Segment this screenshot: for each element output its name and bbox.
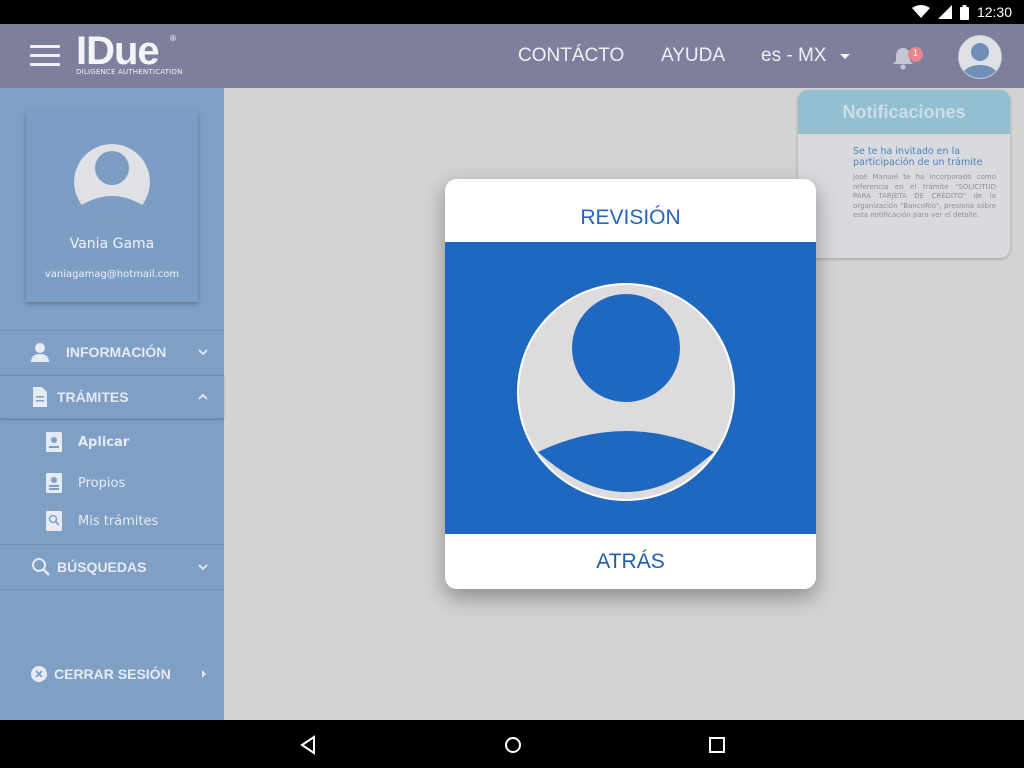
sidebar-item-informacion[interactable]: INFORMACIÓN bbox=[0, 331, 224, 373]
notification-badge: 1 bbox=[908, 47, 923, 62]
chevron-up-icon bbox=[198, 393, 208, 400]
sidebar-item-label: TRÁMITES bbox=[57, 389, 129, 405]
modal-title: REVISIÓN bbox=[580, 206, 681, 229]
notifications-heading: Notificaciones bbox=[798, 90, 1010, 134]
notification-item-body[interactable]: José Manuel te ha incorporado como refer… bbox=[853, 173, 996, 221]
document-icon bbox=[33, 387, 47, 407]
home-circle-icon[interactable] bbox=[502, 734, 524, 756]
logout-label: CERRAR SESIÓN bbox=[54, 666, 171, 682]
sidebar-subitem-mis-tramites[interactable]: Mis trámites bbox=[0, 504, 224, 538]
sidebar-item-tramites[interactable]: TRÁMITES bbox=[0, 375, 224, 419]
user-avatar-button[interactable] bbox=[958, 35, 1002, 79]
photo-area[interactable] bbox=[445, 242, 816, 534]
nav-contacto-link[interactable]: CONTÁCTO bbox=[518, 24, 624, 88]
profile-avatar bbox=[74, 144, 150, 220]
notification-item-title[interactable]: Se te ha invitado en la participación de… bbox=[853, 146, 1003, 168]
status-bar: 12:30 bbox=[0, 0, 1024, 24]
logout-button[interactable]: CERRAR SESIÓN bbox=[0, 653, 224, 695]
divider bbox=[0, 589, 224, 590]
sidebar-item-label: BÚSQUEDAS bbox=[57, 559, 147, 575]
battery-icon bbox=[959, 4, 969, 20]
language-value: es - MX bbox=[761, 45, 827, 66]
back-button[interactable]: ATRÁS bbox=[445, 534, 816, 589]
language-selector[interactable]: es - MX bbox=[761, 24, 851, 88]
review-modal: REVISIÓN ATRÁS bbox=[445, 179, 816, 589]
chevron-right-icon bbox=[202, 670, 206, 678]
profile-email: vaniagamag@hotmail.com bbox=[44, 269, 180, 280]
chevron-down-icon bbox=[198, 349, 208, 356]
signal-icon bbox=[937, 5, 952, 19]
logo-tagline: DILIGENCE AUTHENTICATION bbox=[76, 68, 183, 76]
app-logo[interactable]: IDue DILIGENCE AUTHENTICATION ® bbox=[76, 29, 183, 76]
wifi-icon bbox=[911, 5, 930, 18]
user-avatar-icon bbox=[959, 36, 1001, 78]
notifications-panel: Notificaciones Se te ha invitado en la p… bbox=[798, 90, 1010, 258]
logo-registered-mark: ® bbox=[169, 34, 177, 43]
profile-doc-icon bbox=[46, 473, 62, 493]
sidebar-subitem-propios[interactable]: Propios bbox=[0, 466, 224, 500]
sidebar-subitem-label: Mis trámites bbox=[78, 513, 159, 529]
menu-icon[interactable] bbox=[30, 45, 60, 67]
application-doc-icon bbox=[46, 432, 62, 452]
system-nav-bar bbox=[0, 720, 1024, 768]
sidebar-item-label: INFORMACIÓN bbox=[66, 344, 167, 360]
profile-card: Vania Gama vaniagamag@hotmail.com bbox=[26, 112, 198, 302]
profile-name: Vania Gama bbox=[69, 236, 155, 252]
user-avatar-icon bbox=[517, 283, 735, 501]
sidebar-subitem-aplicar[interactable]: Aplicar bbox=[0, 425, 224, 459]
sidebar-subitem-label: Propios bbox=[78, 475, 126, 491]
recents-square-icon[interactable] bbox=[706, 734, 728, 756]
logo-text: IDue bbox=[76, 29, 160, 73]
chevron-down-icon bbox=[840, 53, 851, 59]
sidebar-subitem-label: Aplicar bbox=[78, 434, 130, 450]
chevron-down-icon bbox=[198, 564, 208, 571]
search-doc-icon bbox=[46, 511, 62, 531]
notifications-button[interactable]: 1 bbox=[892, 44, 923, 70]
sidebar-item-busquedas[interactable]: BÚSQUEDAS bbox=[0, 546, 224, 588]
status-time: 12:30 bbox=[976, 4, 1012, 20]
person-icon bbox=[31, 343, 49, 362]
search-icon bbox=[32, 558, 50, 576]
divider bbox=[0, 544, 224, 545]
back-triangle-icon[interactable] bbox=[298, 734, 320, 756]
app-header: IDue DILIGENCE AUTHENTICATION ® CONTÁCTO… bbox=[0, 24, 1024, 88]
user-avatar-icon bbox=[74, 144, 150, 220]
sidebar: Vania Gama vaniagamag@hotmail.com INFORM… bbox=[0, 88, 224, 720]
close-circle-icon bbox=[31, 666, 47, 682]
nav-ayuda-link[interactable]: AYUDA bbox=[661, 24, 725, 88]
